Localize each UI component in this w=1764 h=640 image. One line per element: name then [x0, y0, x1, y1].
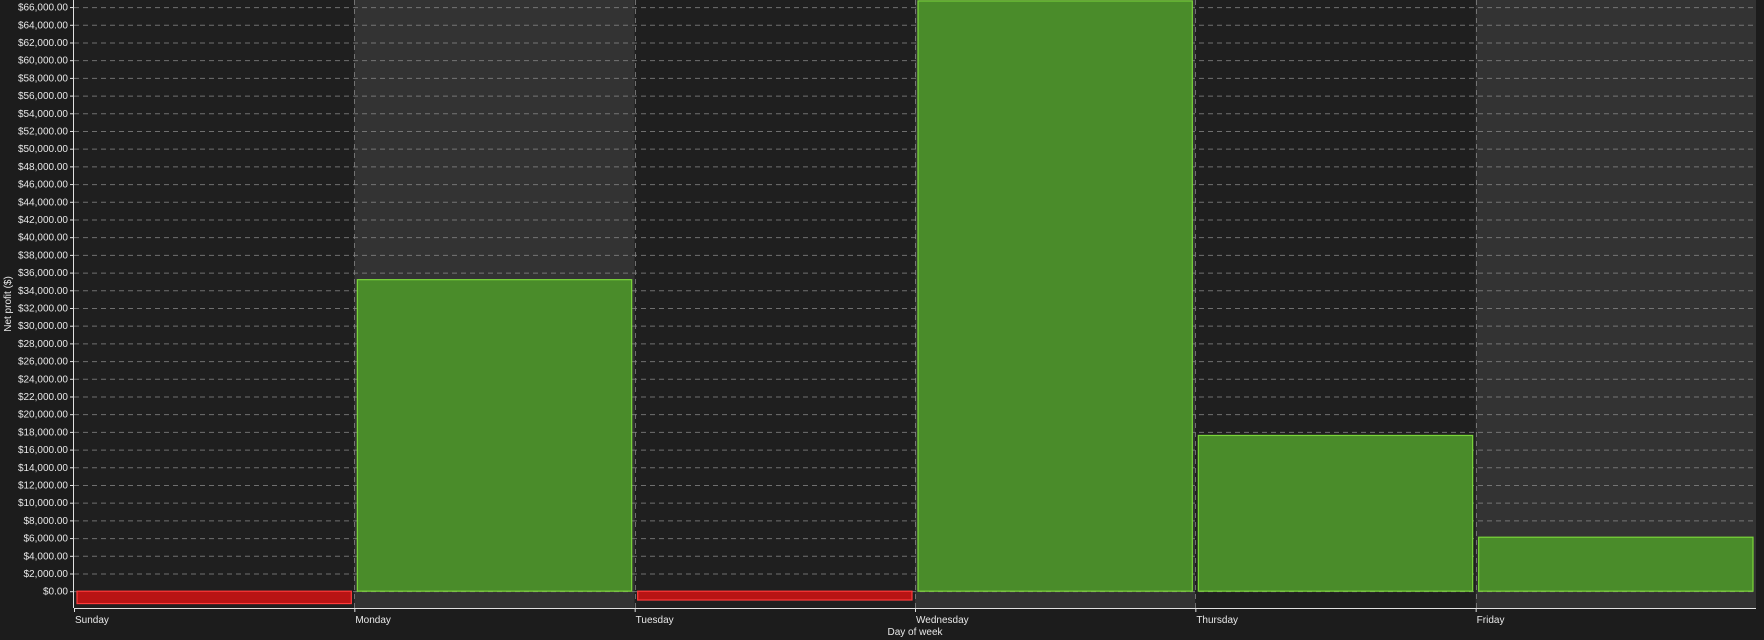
y-tick-label: $0.00 [43, 587, 68, 598]
x-tick-label: Sunday [75, 615, 109, 626]
y-tick-label: $32,000.00 [18, 303, 68, 314]
y-tick-label: $12,000.00 [18, 480, 68, 491]
y-tick-label: $18,000.00 [18, 427, 68, 438]
x-axis-title: Day of week [887, 627, 943, 638]
bar-negative [76, 590, 352, 605]
y-tick-label: $8,000.00 [24, 516, 69, 527]
x-tick-label: Monday [355, 615, 391, 626]
bar-chart: $0.00 $2,000.00 $4,000.00 $6,000.00 $8,000.0… [0, 0, 1764, 640]
y-tick-label: $56,000.00 [18, 91, 68, 102]
y-tick-label: $4,000.00 [24, 551, 69, 562]
y-tick-label: $42,000.00 [18, 215, 68, 226]
bar-positive [356, 279, 633, 592]
y-tick-label: $46,000.00 [18, 180, 68, 191]
y-tick-label: $38,000.00 [18, 250, 68, 261]
y-tick-label: $10,000.00 [18, 498, 68, 509]
y-tick-label: $16,000.00 [18, 445, 68, 456]
y-tick-label: $52,000.00 [18, 126, 68, 137]
y-tick-label: $14,000.00 [18, 463, 68, 474]
y-tick-label: $24,000.00 [18, 374, 68, 385]
y-tick-label: $34,000.00 [18, 286, 68, 297]
y-tick-label: $22,000.00 [18, 392, 68, 403]
x-tick-label: Wednesday [916, 615, 969, 626]
y-tick-label: $40,000.00 [18, 233, 68, 244]
y-tick-label: $26,000.00 [18, 357, 68, 368]
y-tick-label: $60,000.00 [18, 56, 68, 67]
y-tick-label: $6,000.00 [24, 534, 69, 545]
bar-positive [917, 0, 1193, 592]
y-tick-label: $28,000.00 [18, 339, 68, 350]
y-tick-label: $20,000.00 [18, 410, 68, 421]
y-axis-title: Net profit ($) [3, 276, 14, 332]
category-band [634, 0, 915, 608]
y-tick-label: $36,000.00 [18, 268, 68, 279]
y-tick-label: $30,000.00 [18, 321, 68, 332]
bar-positive [1478, 536, 1754, 592]
y-tick-label: $54,000.00 [18, 109, 68, 120]
x-tick-label: Tuesday [636, 615, 674, 626]
y-tick-label: $2,000.00 [24, 569, 69, 580]
chart-root: $0.00 $2,000.00 $4,000.00 $6,000.00 $8,000.0… [0, 0, 1764, 640]
bar-negative [637, 590, 913, 601]
y-tick-label: $66,000.00 [18, 3, 68, 14]
bar-positive [1197, 434, 1474, 592]
category-band [1475, 0, 1756, 608]
y-tick-label: $50,000.00 [18, 144, 68, 155]
x-tick-label: Friday [1477, 615, 1505, 626]
category-band [74, 0, 355, 608]
y-tick-label: $44,000.00 [18, 197, 68, 208]
y-tick-label: $58,000.00 [18, 73, 68, 84]
y-tick-label: $48,000.00 [18, 162, 68, 173]
x-tick-label: Thursday [1196, 615, 1238, 626]
y-tick-label: $62,000.00 [18, 38, 68, 49]
y-tick-label: $64,000.00 [18, 20, 68, 31]
